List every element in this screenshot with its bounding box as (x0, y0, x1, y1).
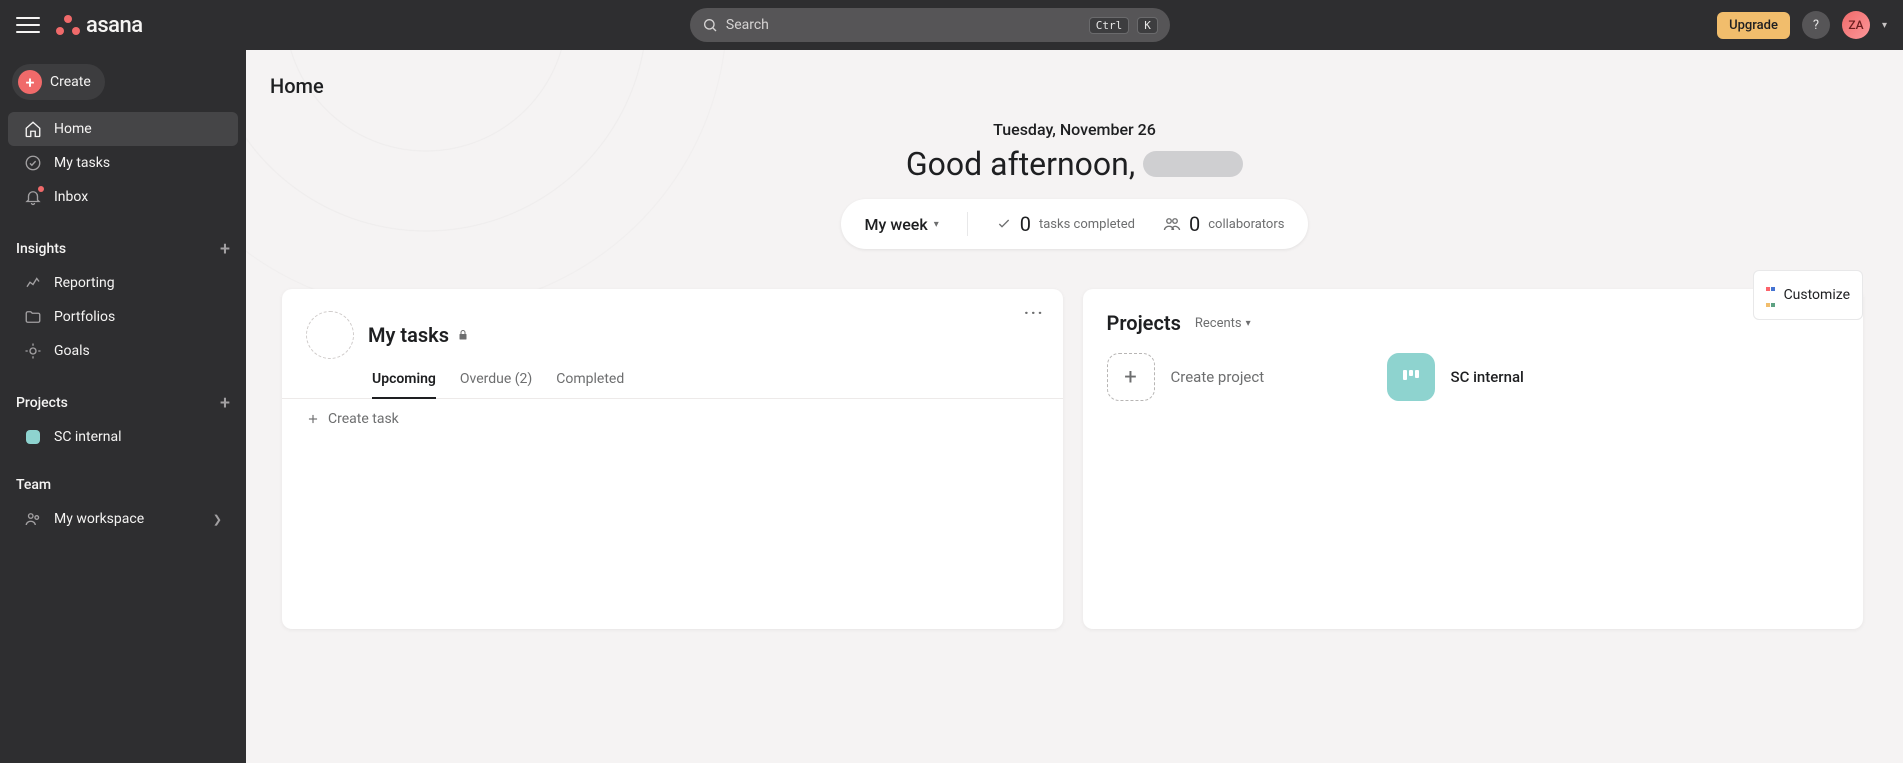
project-name: SC internal (1451, 368, 1524, 386)
project-tile[interactable]: SC internal (1387, 353, 1627, 401)
recents-label: Recents (1195, 316, 1242, 331)
plus-icon: + (18, 70, 42, 94)
sidebar-section-insights: Insights + (0, 232, 246, 266)
chevron-down-icon: ▾ (934, 219, 939, 230)
task-tabs: Upcoming Overdue (2) Completed (282, 359, 1063, 399)
project-board-icon (1387, 353, 1435, 401)
chart-icon (24, 274, 42, 292)
logo[interactable]: asana (56, 13, 143, 38)
page-title: Home (246, 50, 1903, 106)
sidebar-item-label: SC internal (54, 429, 122, 445)
asana-logo-icon (56, 13, 80, 37)
logo-text: asana (86, 13, 143, 38)
project-color-icon (24, 428, 42, 446)
current-date: Tuesday, November 26 (246, 120, 1903, 139)
kbd-k: K (1137, 17, 1158, 34)
upgrade-button[interactable]: Upgrade (1717, 12, 1790, 39)
tasks-completed-stat: 0 tasks completed (996, 212, 1135, 236)
sidebar-section-projects: Projects + (0, 386, 246, 420)
goal-icon (24, 342, 42, 360)
section-title: Projects (16, 395, 68, 411)
sidebar-item-label: Portfolios (54, 309, 115, 325)
add-insight-button[interactable]: + (220, 239, 230, 260)
chevron-right-icon: ❯ (213, 513, 222, 526)
greeting-name-placeholder (1143, 151, 1243, 177)
notification-dot (38, 186, 44, 192)
greeting-text: Good afternoon, (906, 145, 1135, 183)
collab-label: collaborators (1208, 217, 1284, 232)
projects-title: Projects (1107, 311, 1181, 335)
tab-completed[interactable]: Completed (556, 371, 624, 398)
tab-overdue[interactable]: Overdue (2) (460, 371, 532, 398)
help-button[interactable]: ? (1802, 11, 1830, 39)
create-project-tile[interactable]: + Create project (1107, 353, 1347, 401)
sidebar-item-project[interactable]: SC internal (8, 420, 238, 454)
avatar[interactable]: ZA (1842, 11, 1870, 39)
team-icon (24, 510, 42, 528)
recents-dropdown[interactable]: Recents ▾ (1195, 316, 1251, 331)
sidebar-item-home[interactable]: Home (8, 112, 238, 146)
projects-card: ··· Projects Recents ▾ + Create project (1083, 289, 1864, 629)
sidebar-section-team: Team (0, 468, 246, 502)
card-more-button[interactable]: ··· (1024, 303, 1044, 322)
sidebar-item-inbox[interactable]: Inbox (8, 180, 238, 214)
customize-button[interactable]: Customize (1753, 270, 1863, 320)
sidebar: + Create Home My tasks Inbox Insights + (0, 50, 246, 763)
my-week-dropdown[interactable]: My week ▾ (865, 215, 939, 234)
tasks-label: tasks completed (1039, 217, 1135, 232)
divider (967, 212, 968, 236)
collaborators-stat: 0 collaborators (1163, 212, 1284, 236)
profile-placeholder-icon[interactable] (306, 311, 354, 359)
stats-pill: My week ▾ 0 tasks completed 0 colla (841, 199, 1309, 249)
sidebar-item-label: Inbox (54, 189, 88, 205)
tab-upcoming[interactable]: Upcoming (372, 371, 436, 399)
sidebar-item-label: Reporting (54, 275, 115, 291)
check-icon (996, 216, 1012, 232)
search-placeholder: Search (726, 17, 1081, 33)
add-project-button[interactable]: + (220, 393, 230, 414)
section-title: Team (16, 477, 51, 493)
kbd-ctrl: Ctrl (1089, 17, 1130, 34)
main-content: Home Tuesday, November 26 Good afternoon… (246, 50, 1903, 763)
create-label: Create (50, 74, 91, 90)
chevron-down-icon[interactable]: ▾ (1882, 20, 1887, 31)
my-tasks-card: ··· My tasks Upcoming Overdue (2) Comple… (282, 289, 1063, 629)
section-title: Insights (16, 241, 66, 257)
plus-icon (306, 412, 320, 426)
sidebar-item-workspace[interactable]: My workspace ❯ (8, 502, 238, 536)
customize-icon (1766, 279, 1776, 311)
sidebar-item-label: Goals (54, 343, 90, 359)
sidebar-item-label: My workspace (54, 511, 144, 527)
search-input[interactable]: Search Ctrl K (690, 8, 1170, 42)
bell-icon (24, 188, 42, 206)
home-icon (24, 120, 42, 138)
menu-toggle-button[interactable] (16, 13, 40, 37)
my-tasks-title: My tasks (368, 323, 449, 347)
search-icon (702, 17, 718, 33)
collab-count: 0 (1189, 212, 1200, 236)
sidebar-item-label: My tasks (54, 155, 110, 171)
my-week-label: My week (865, 215, 928, 234)
create-task-button[interactable]: Create task (282, 399, 1063, 439)
hero: Tuesday, November 26 Good afternoon, My … (246, 106, 1903, 259)
sidebar-item-label: Home (54, 121, 92, 137)
create-task-label: Create task (328, 411, 399, 427)
sidebar-item-my-tasks[interactable]: My tasks (8, 146, 238, 180)
people-icon (1163, 215, 1181, 233)
tasks-count: 0 (1020, 212, 1031, 236)
create-button[interactable]: + Create (12, 64, 105, 100)
chevron-down-icon: ▾ (1246, 318, 1251, 329)
check-circle-icon (24, 154, 42, 172)
lock-icon (457, 329, 469, 341)
topbar: asana Search Ctrl K Upgrade ? ZA ▾ (0, 0, 1903, 50)
folder-icon (24, 308, 42, 326)
plus-icon: + (1107, 353, 1155, 401)
sidebar-item-reporting[interactable]: Reporting (8, 266, 238, 300)
sidebar-item-goals[interactable]: Goals (8, 334, 238, 368)
create-project-label: Create project (1171, 368, 1265, 386)
customize-label: Customize (1784, 287, 1850, 303)
sidebar-item-portfolios[interactable]: Portfolios (8, 300, 238, 334)
